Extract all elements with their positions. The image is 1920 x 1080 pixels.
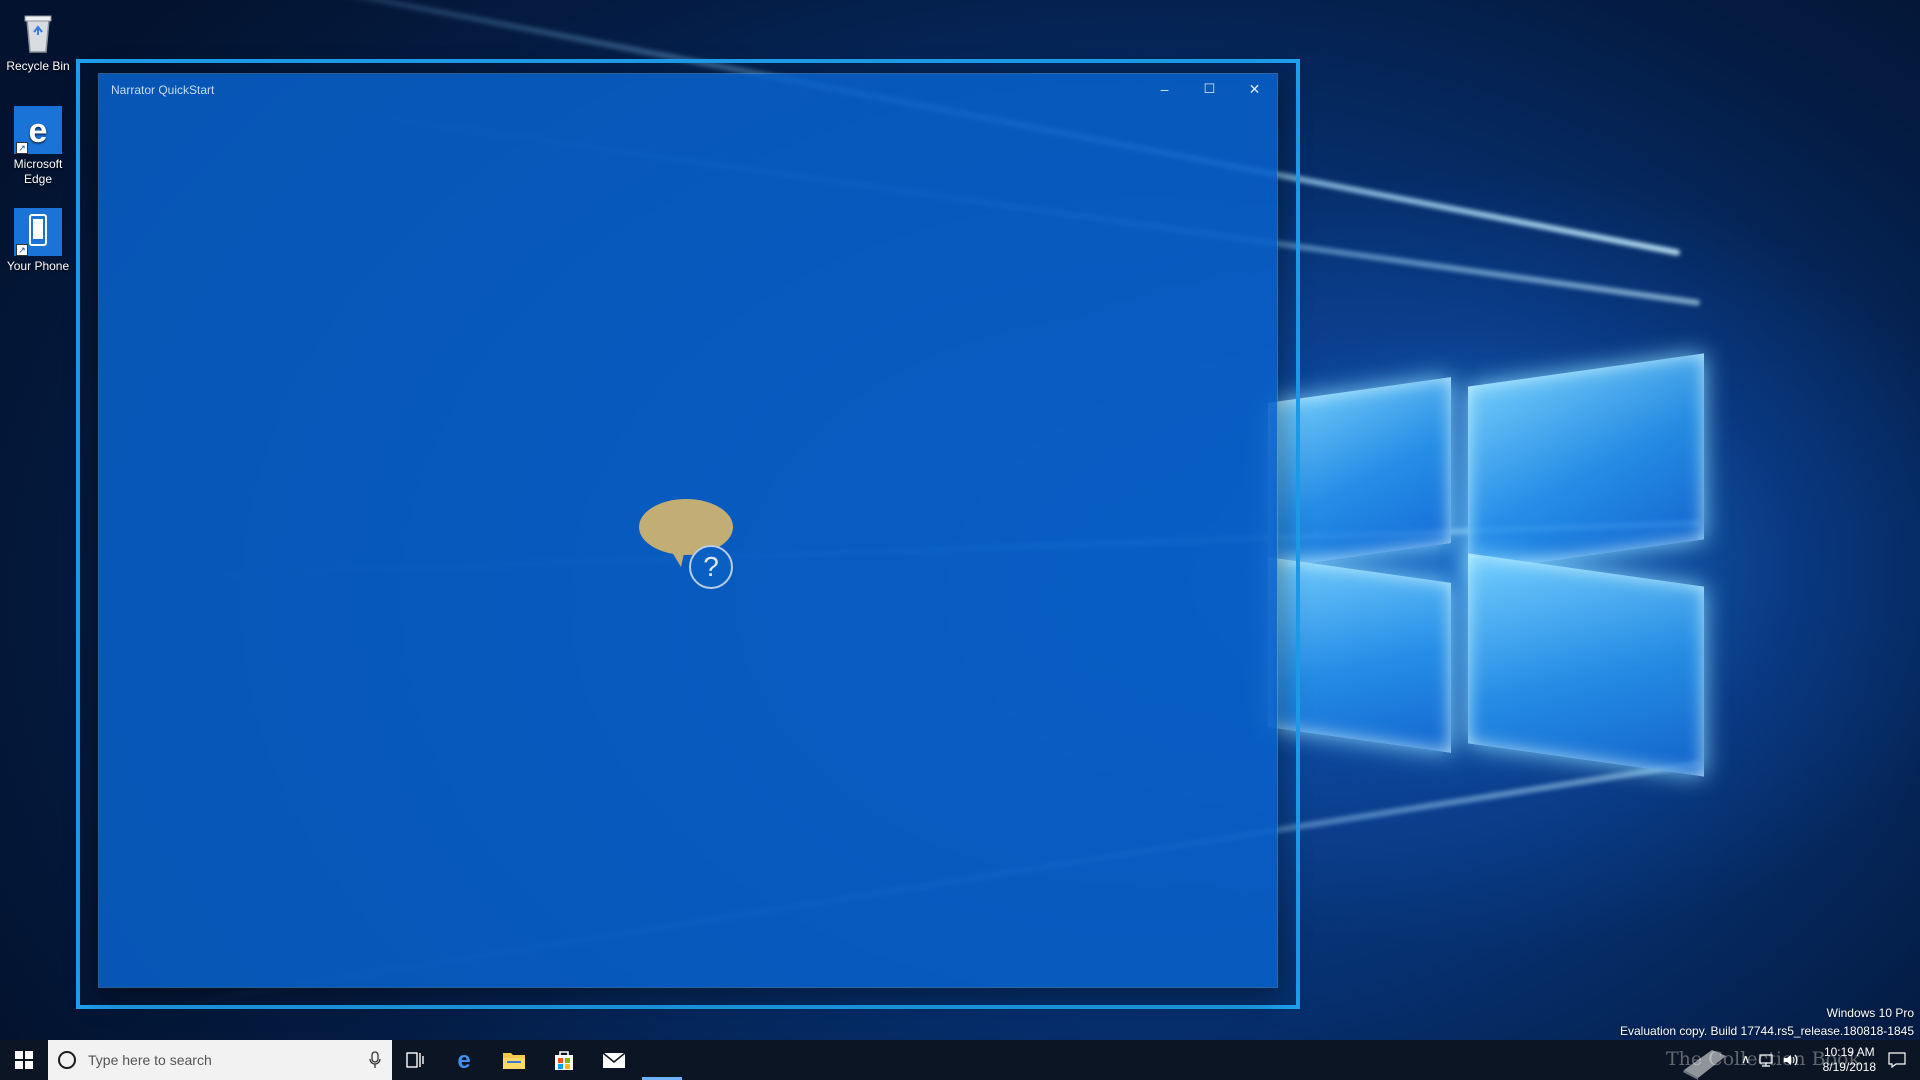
question-mark: ? xyxy=(703,551,719,582)
start-button[interactable] xyxy=(0,1040,48,1080)
taskbar-clock[interactable]: 10:19 AM 8/19/2018 xyxy=(1823,1045,1876,1075)
narrator-quickstart-window[interactable]: Narrator QuickStart – ☐ ✕ ? xyxy=(99,74,1277,987)
mail-icon[interactable] xyxy=(590,1040,638,1080)
edition-text: Windows 10 Pro xyxy=(1826,1006,1914,1020)
store-icon[interactable] xyxy=(540,1040,588,1080)
search-box[interactable]: Type here to search xyxy=(48,1040,392,1080)
file-explorer-icon[interactable] xyxy=(490,1040,538,1080)
system-tray: The Collection Book ∧ 10:19 AM 8/19/2018 xyxy=(1660,1040,1920,1080)
taskbar: Type here to search e The Collection Boo… xyxy=(0,1040,1920,1080)
logo-pane-top-right xyxy=(1468,353,1704,573)
network-icon[interactable] xyxy=(1758,1052,1774,1068)
logo-pane-bottom-right xyxy=(1468,553,1704,777)
shortcut-arrow-icon: ↗ xyxy=(16,142,28,154)
speech-bubble-question-icon: ? xyxy=(639,495,739,595)
volume-icon[interactable] xyxy=(1782,1052,1798,1068)
desktop-icon-label: Your Phone xyxy=(6,259,70,273)
phone-icon: ↗ xyxy=(14,208,62,256)
edge-icon[interactable]: e xyxy=(440,1040,488,1080)
action-center-icon[interactable] xyxy=(1888,1052,1906,1068)
windows-logo-icon xyxy=(15,1051,33,1069)
window-title: Narrator QuickStart xyxy=(111,83,215,97)
search-placeholder: Type here to search xyxy=(88,1052,212,1068)
recycle-bin-icon xyxy=(14,8,62,56)
svg-text:e: e xyxy=(29,112,48,150)
cortana-icon xyxy=(58,1051,76,1069)
clock-date: 8/19/2018 xyxy=(1822,1060,1876,1074)
desktop-icon-label: Microsoft Edge xyxy=(13,157,63,186)
microphone-icon[interactable] xyxy=(368,1051,382,1069)
maximize-button[interactable]: ☐ xyxy=(1187,74,1232,104)
task-view-icon[interactable] xyxy=(392,1040,440,1080)
build-text: Evaluation copy. Build 17744.rs5_release… xyxy=(1620,1024,1914,1038)
desktop-icon-recycle-bin[interactable]: Recycle Bin xyxy=(0,8,76,74)
desktop-icon-label: Recycle Bin xyxy=(6,59,70,73)
svg-text:e: e xyxy=(457,1048,470,1072)
clock-time: 10:19 AM xyxy=(1823,1045,1875,1059)
minimize-button[interactable]: – xyxy=(1142,74,1187,104)
desktop-icon-your-phone[interactable]: ↗ Your Phone xyxy=(0,208,76,274)
chevron-up-icon[interactable]: ∧ xyxy=(1741,1052,1750,1066)
os-watermark: Windows 10 Pro Evaluation copy. Build 17… xyxy=(1620,1004,1914,1040)
desktop-icon-microsoft-edge[interactable]: e ↗ Microsoft Edge xyxy=(0,106,76,187)
edge-icon: e ↗ xyxy=(14,106,62,154)
close-button[interactable]: ✕ xyxy=(1232,74,1277,104)
shortcut-arrow-icon: ↗ xyxy=(16,244,28,256)
window-titlebar[interactable]: Narrator QuickStart – ☐ ✕ xyxy=(99,74,1277,104)
